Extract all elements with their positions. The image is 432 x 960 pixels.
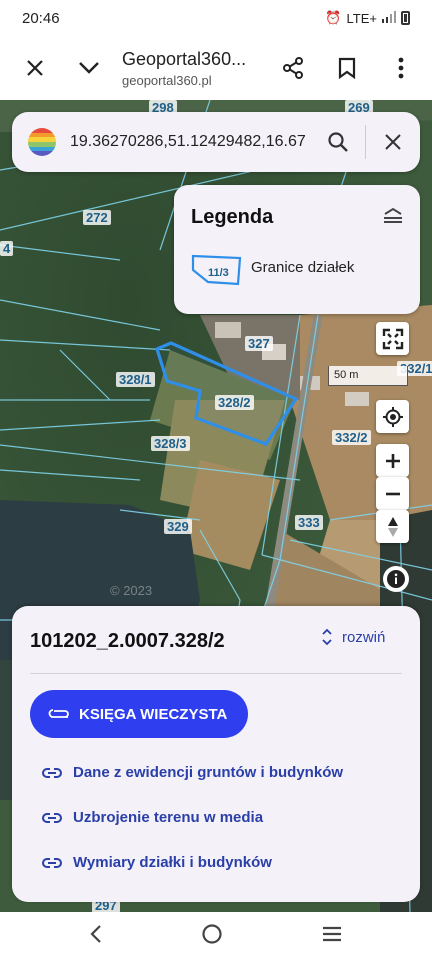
recents-button[interactable] bbox=[321, 925, 343, 948]
network-label: LTE+ bbox=[346, 10, 377, 26]
paperclip-icon bbox=[48, 709, 69, 718]
bookmark-button[interactable] bbox=[320, 41, 374, 95]
legend-item-label: Granice działek bbox=[251, 259, 355, 276]
share-button[interactable] bbox=[266, 41, 320, 95]
back-button[interactable] bbox=[89, 924, 103, 949]
link-icon bbox=[42, 857, 62, 868]
battery-icon bbox=[401, 11, 410, 25]
search-icon bbox=[328, 132, 348, 152]
search-bar[interactable]: 19.36270286,51.12429482,16.67 bbox=[12, 112, 420, 172]
link-icon bbox=[42, 767, 62, 778]
link-label[interactable]: Dane z ewidencji gruntów i budynków bbox=[73, 764, 343, 781]
parcel-label[interactable]: 327 bbox=[245, 336, 273, 351]
close-icon bbox=[27, 60, 43, 76]
page-title: Geoportal360... bbox=[122, 48, 247, 69]
expand-label: rozwiń bbox=[342, 628, 386, 646]
land-register-label: KSIĘGA WIECZYSTA bbox=[79, 705, 228, 723]
fullscreen-button[interactable] bbox=[376, 322, 409, 355]
page-title-block: Geoportal360... geoportal360.pl bbox=[116, 49, 266, 88]
alarm-icon: ⏰ bbox=[325, 10, 342, 25]
land-register-button[interactable]: KSIĘGA WIECZYSTA bbox=[30, 690, 248, 738]
parcel-label[interactable]: 332/2 bbox=[332, 430, 371, 445]
bookmark-icon bbox=[338, 57, 356, 79]
search-button[interactable] bbox=[311, 112, 365, 172]
legend-panel: Legenda 11/3 Granice działek bbox=[174, 185, 420, 314]
home-button[interactable] bbox=[201, 923, 223, 950]
browser-toolbar: Geoportal360... geoportal360.pl bbox=[0, 36, 432, 100]
parcel-label[interactable]: 328/3 bbox=[151, 436, 190, 451]
link-icon bbox=[42, 812, 62, 823]
legend-collapse-button[interactable] bbox=[382, 207, 404, 230]
back-icon bbox=[90, 924, 101, 943]
zoom-in-button[interactable] bbox=[376, 444, 409, 477]
signal-icon bbox=[382, 10, 396, 26]
clear-search-button[interactable] bbox=[366, 112, 420, 172]
minus-icon bbox=[385, 492, 400, 495]
layers-collapse-icon bbox=[384, 207, 402, 223]
parcel-label[interactable]: 272 bbox=[83, 210, 111, 225]
sheet-divider bbox=[30, 673, 402, 674]
utilities-link[interactable]: Uzbrojenie terenu w media bbox=[42, 809, 263, 826]
parcel-details-sheet: 101202_2.0007.328/2 rozwiń KSIĘGA WIECZY… bbox=[12, 606, 420, 902]
parcel-label[interactable]: 333 bbox=[295, 515, 323, 530]
more-menu-button[interactable] bbox=[374, 41, 428, 95]
page-url: geoportal360.pl bbox=[122, 72, 212, 88]
map-watermark: © 2023 bbox=[110, 583, 153, 598]
link-label[interactable]: Wymiary działki i budynków bbox=[73, 854, 272, 871]
collapse-button[interactable] bbox=[62, 41, 116, 95]
info-button[interactable] bbox=[383, 566, 409, 592]
land-records-link[interactable]: Dane z ewidencji gruntów i budynków bbox=[42, 764, 343, 781]
parcel-boundary-symbol: 11/3 bbox=[190, 252, 244, 293]
clock: 20:46 bbox=[22, 9, 60, 27]
expand-button[interactable]: rozwiń bbox=[322, 628, 385, 646]
parcel-label[interactable]: 4 bbox=[0, 241, 14, 256]
close-tab-button[interactable] bbox=[8, 41, 62, 95]
parcel-label[interactable]: 329 bbox=[164, 519, 192, 534]
recents-icon bbox=[323, 926, 341, 941]
parcel-id: 101202_2.0007.328/2 bbox=[30, 630, 225, 652]
search-input[interactable]: 19.36270286,51.12429482,16.67 bbox=[70, 133, 311, 151]
crosshair-icon bbox=[382, 406, 403, 427]
more-vertical-icon bbox=[398, 57, 404, 79]
plus-icon bbox=[385, 453, 400, 468]
parcel-label[interactable]: 328/1 bbox=[116, 372, 155, 387]
locate-me-button[interactable] bbox=[376, 400, 409, 433]
status-bar: 20:46 ⏰ LTE+ bbox=[0, 0, 432, 36]
legend-symbol-label: 11/3 bbox=[208, 267, 229, 279]
close-icon bbox=[385, 134, 401, 150]
share-icon bbox=[283, 57, 303, 79]
zoom-out-button[interactable] bbox=[376, 477, 409, 510]
info-icon bbox=[387, 570, 405, 588]
geoportal-logo bbox=[28, 128, 56, 156]
parcel-label[interactable]: 328/2 bbox=[215, 395, 254, 410]
legend-title: Legenda bbox=[191, 206, 274, 228]
link-label[interactable]: Uzbrojenie terenu w media bbox=[73, 809, 263, 826]
home-icon bbox=[202, 923, 222, 944]
system-nav-bar bbox=[0, 912, 432, 960]
dimensions-link[interactable]: Wymiary działki i budynków bbox=[42, 854, 272, 871]
expand-chevrons-icon bbox=[322, 628, 332, 646]
fullscreen-icon bbox=[382, 328, 403, 349]
chevron-down-icon bbox=[79, 62, 99, 74]
scale-bar: 50 m bbox=[328, 366, 408, 386]
compass-icon bbox=[387, 516, 398, 537]
compass-button[interactable] bbox=[376, 510, 409, 543]
